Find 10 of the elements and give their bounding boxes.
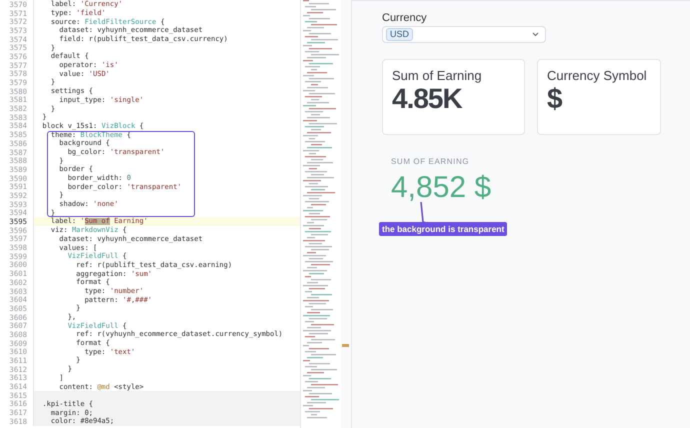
card-value: 4.85K (392, 83, 462, 115)
card-title: Sum of Earning (392, 68, 482, 83)
filter-label: Currency (382, 12, 428, 24)
card-value: $ (547, 83, 562, 115)
currency-select[interactable]: USD (382, 26, 546, 43)
card-title: Currency Symbol (547, 68, 647, 83)
selected-chip: USD (386, 28, 414, 41)
kpi-title: SUM OF EARNING (391, 157, 470, 166)
callout-label: the background is transparent (379, 222, 508, 236)
kpi-value: 4,852 $ (391, 170, 492, 206)
